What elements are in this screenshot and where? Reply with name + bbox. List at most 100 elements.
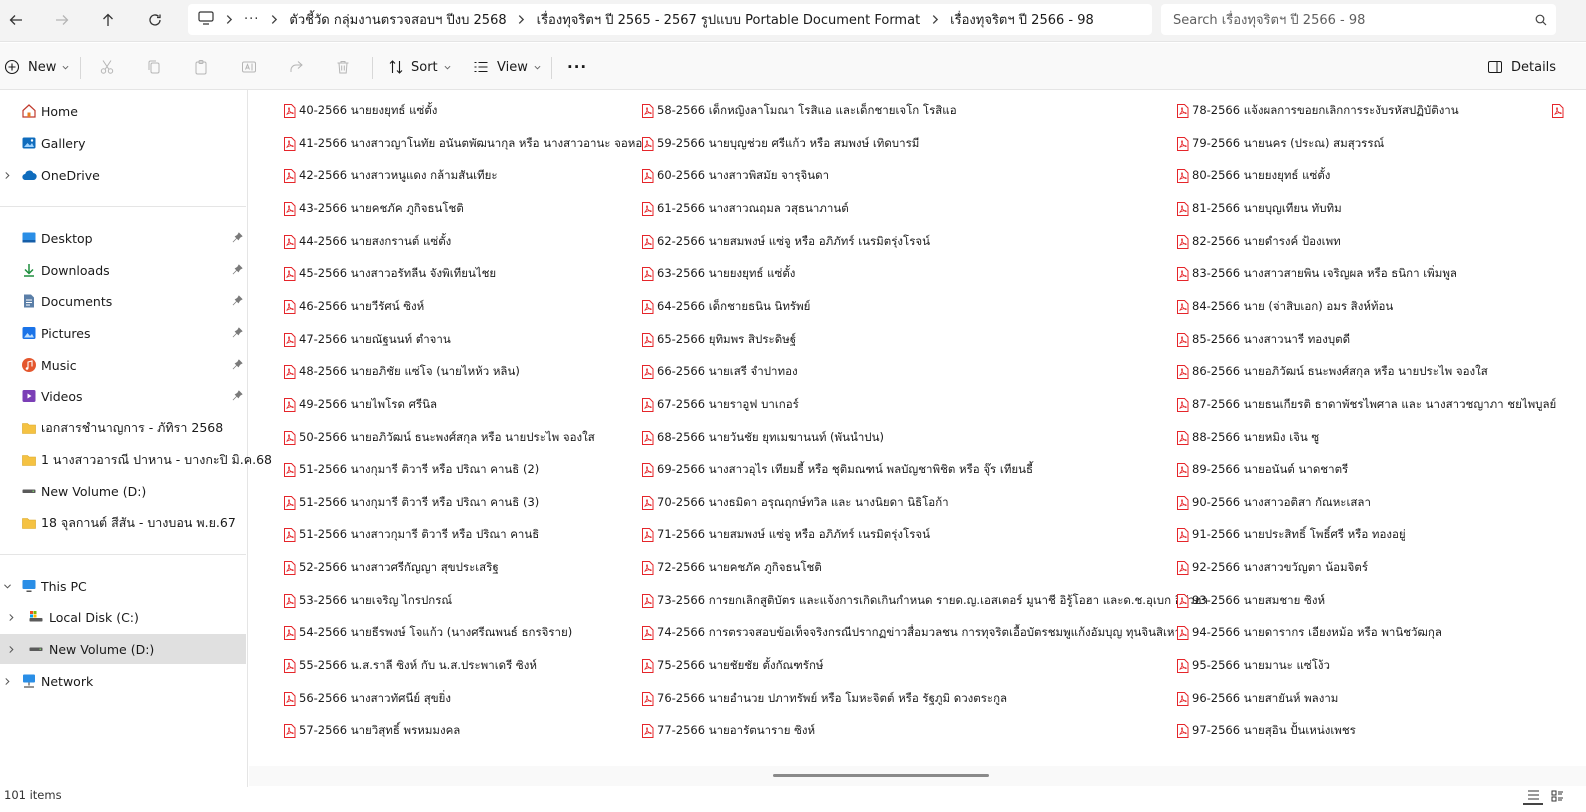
file-item[interactable]: 76-2566 นายอำนวย ปภาทรัพย์ หรือ โมหะจิตต… [641,686,1007,712]
pin-icon[interactable] [232,358,243,373]
chevron-right-icon[interactable] [214,15,244,24]
chevron-right-icon[interactable] [2,677,12,685]
pin-icon[interactable] [232,326,243,341]
file-item[interactable]: 96-2566 นายสายันห์ พลงาม [1176,686,1338,712]
sort-button[interactable]: Sort [388,53,451,81]
file-item[interactable]: 51-2566 นางกุมารี ติวารี หรือ ปริณา คานธ… [283,490,539,516]
file-item[interactable]: 67-2566 นายราอูฟ บาเกอร์ [641,392,799,418]
file-item[interactable]: 97-2566 นายสุอิน ปั้นเหน่งเพชร [1176,718,1356,744]
sidebar-item-downloads[interactable]: Downloads [0,255,246,285]
file-item[interactable]: 65-2566 ยุทิมพร สิประดิษฐ์ [641,327,796,353]
file-item[interactable]: 81-2566 นายบุญเทียน ทับทิม [1176,196,1342,222]
file-item[interactable]: 42-2566 นางสาวหนูแดง กล้ามสันเทียะ [283,163,498,189]
sidebar-item-folder[interactable]: 18 จุลกานต์ สีสัน - บางบอน พ.ย.67 [0,508,246,538]
file-item[interactable]: 79-2566 นายนคร (ประณ) สมสุวรรณ์ [1176,131,1384,157]
file-item[interactable]: 63-2566 นายยงยุทธ์ แซ่ตั้ง [641,261,795,287]
file-item[interactable]: 48-2566 นายอภิชัย แซ่โจ (นายไหห้ว หลิน) [283,359,520,385]
sidebar-item-onedrive[interactable]: OneDrive [0,160,246,190]
copy-button[interactable] [146,53,162,81]
paste-button[interactable] [193,53,209,81]
share-button[interactable] [288,53,304,81]
file-item[interactable]: 91-2566 นายประสิทธิ์ โพธิ์ศรี หรือ ทองอย… [1176,522,1406,548]
file-item[interactable]: 66-2566 นายเสรี จำปาทอง [641,359,798,385]
file-item[interactable]: 74-2566 การตรวจสอบข้อเท็จจริงกรณีปรากฏข่… [641,620,1181,646]
breadcrumb-item[interactable]: เรื่องทุจริตฯ ปี 2565 - 2567 รูปแบบ Port… [537,9,921,30]
more-options-button[interactable]: ··· [567,53,587,81]
file-item[interactable]: 85-2566 นางสาวนารี ทองบุตดี [1176,327,1350,353]
monitor-icon[interactable] [198,11,214,28]
sidebar-item-local-disk[interactable]: Local Disk (C:) [0,602,246,632]
chevron-right-icon[interactable] [507,15,537,24]
file-item[interactable]: 61-2566 นางสาวณฤมล วสุธนาภานต์ [641,196,849,222]
chevron-down-icon[interactable] [2,583,12,590]
chevron-right-icon[interactable] [2,171,12,179]
view-button[interactable]: View [473,53,541,81]
file-item[interactable]: 94-2566 นายดารากร เอียงหม้อ หรือ พานิชวั… [1176,620,1442,646]
file-item-partial[interactable] [1551,98,1567,124]
file-item[interactable]: 46-2566 นายวีรัศน์ ซิงห์ [283,294,424,320]
sidebar-item-videos[interactable]: Videos [0,381,246,411]
file-item[interactable]: 56-2566 นางสาวทัศนีย์ สุขยิ่ง [283,686,451,712]
file-item[interactable]: 40-2566 นายยงยุทธ์ แซ่ตั้ง [283,98,437,124]
pin-icon[interactable] [232,294,243,309]
file-item[interactable]: 41-2566 นางสาวญาโนทัย อนันตพัฒนากุล หรือ… [283,131,642,157]
file-item[interactable]: 43-2566 นายคชภัค ภูกิจธนโชติ [283,196,464,222]
chevron-right-icon[interactable] [920,15,950,24]
back-button[interactable] [0,5,32,35]
details-button[interactable]: Details [1487,53,1556,81]
file-item[interactable]: 78-2566 แจ้งผลการขอยกเลิกการระงับรหัสปฏิ… [1176,98,1459,124]
file-item[interactable]: 92-2566 นางสาวขวัญตา น้อมจิตร์ [1176,555,1368,581]
refresh-button[interactable] [139,5,171,35]
file-item[interactable]: 75-2566 นายชัยชัย ตั้งกัณฑรักษ์ [641,653,824,679]
file-item[interactable]: 87-2566 นายธนเกียรติ ธาดาพัชรไพศาล และ น… [1176,392,1556,418]
file-item[interactable]: 69-2566 นางสาวอุไร เทียมธี้ หรือ ชุติมณฑ… [641,457,1033,483]
file-item[interactable]: 90-2566 นางสาวอติสา กัณหะเสลา [1176,490,1371,516]
file-item[interactable]: 77-2566 นายอารัตนาราย ซิงห์ [641,718,815,744]
sidebar-item-folder[interactable]: เอกสารชำนาญการ - ภัทิรา 2568 [0,413,246,443]
file-item[interactable]: 80-2566 นายยงยุทธ์ แซ่ตั้ง [1176,163,1330,189]
sidebar-item-network[interactable]: Network [0,666,246,696]
file-item[interactable]: 54-2566 นายธีรพงษ์ โจแก้ว (นางศรีณพนธ์ ธ… [283,620,572,646]
file-item[interactable]: 50-2566 นายอภิวัฒน์ ธนะพงศ์สกุล หรือ นาย… [283,425,595,451]
scrollbar-thumb[interactable] [773,774,989,777]
pin-icon[interactable] [232,263,243,278]
address-bar[interactable]: ··· ตัวชี้วัด กลุ่มงานตรวจสอบฯ ปีงบ 2568… [188,4,1152,35]
file-item[interactable]: 82-2566 นายดำรงค์ ป้องเพท [1176,229,1341,255]
file-item[interactable]: 44-2566 นายสงกรานต์ แซ่ตั้ง [283,229,451,255]
delete-button[interactable] [335,53,351,81]
file-item[interactable]: 53-2566 นายเจริญ ไกรปกรณ์ [283,588,452,614]
sidebar-item-home[interactable]: Home [0,96,246,126]
file-item[interactable]: 86-2566 นายอภิวัฒน์ ธนะพงศ์สกุล หรือ นาย… [1176,359,1488,385]
chevron-right-icon[interactable] [6,645,16,653]
file-item[interactable]: 72-2566 นายคชภัค ภูกิจธนโชติ [641,555,822,581]
file-item[interactable]: 57-2566 นายวิสุทธิ์ พรหมมงคล [283,718,460,744]
sidebar-item-new-volume-selected[interactable]: New Volume (D:) [0,634,246,664]
tiles-view-button[interactable] [1547,787,1567,805]
file-item[interactable]: 95-2566 นายมานะ แซ่โง้ว [1176,653,1330,679]
search-box[interactable]: Search เรื่องทุจริตฯ ปี 2566 - 98 [1161,4,1556,35]
file-item[interactable]: 55-2566 น.ส.ราลี ซิงห์ กับ น.ส.ประพาเดรี… [283,653,537,679]
file-item[interactable]: 93-2566 นายสมชาย ซิงห์ [1176,588,1325,614]
file-item[interactable]: 83-2566 นางสาวสายพิน เจริญผล หรือ ธนิกา … [1176,261,1457,287]
breadcrumb-item[interactable]: ตัวชี้วัด กลุ่มงานตรวจสอบฯ ปีงบ 2568 [289,9,506,30]
file-item[interactable]: 52-2566 นางสาวศรีกัญญา สุขประเสริฐ [283,555,499,581]
file-item[interactable]: 84-2566 นาย (จ่าสิบเอก) อมร สิงห์ท้อน [1176,294,1393,320]
forward-button[interactable] [46,5,78,35]
up-button[interactable] [92,5,124,35]
file-item[interactable]: 49-2566 นายไพโรด ศรีนิล [283,392,437,418]
file-item[interactable]: 70-2566 นางธมิดา อรุณฤกษ์ทวิล และ นางนิย… [641,490,949,516]
search-input[interactable]: Search เรื่องทุจริตฯ ปี 2566 - 98 [1173,9,1526,30]
file-item[interactable]: 59-2566 นายบุญช่วย ศรีแก้ว หรือ สมพงษ์ เ… [641,131,919,157]
sidebar-item-folder[interactable]: 1 นางสาวอารณี ปาหาน - บางกะปิ มิ.ค.68 [0,445,272,475]
horizontal-scrollbar[interactable] [249,766,1586,786]
pin-icon[interactable] [232,231,243,246]
file-item[interactable]: 51-2566 นางสาวกุมารี ติวารี หรือ ปริณา ค… [283,522,539,548]
file-item[interactable]: 60-2566 นางสาวพิสมัย จารุจินดา [641,163,829,189]
file-item[interactable]: 45-2566 นางสาวอรัทลีน จังพิเทียนไชย [283,261,496,287]
details-view-button[interactable] [1523,787,1543,805]
file-item[interactable]: 73-2566 การยกเลิกสูติบัตร และแจ้งการเกิด… [641,588,1208,614]
new-button[interactable]: New [4,53,69,81]
file-item[interactable]: 71-2566 นายสมพงษ์ แซ่จู หรือ อภิภัทร์ เน… [641,522,930,548]
sidebar-item-documents[interactable]: Documents [0,286,246,316]
file-item[interactable]: 58-2566 เด็กหญิงลาโมณา โรสิแอ และเด็กชาย… [641,98,957,124]
